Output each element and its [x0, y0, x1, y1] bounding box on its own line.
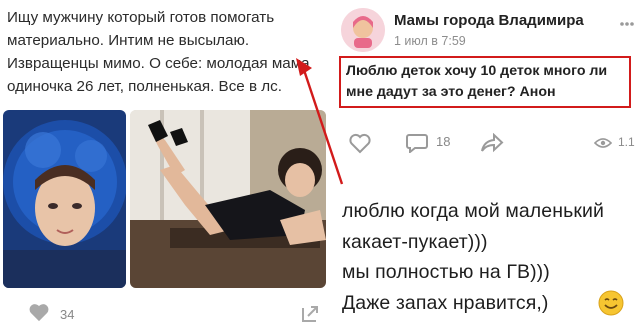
left-post-line: материально. Интим не высылаю.	[7, 32, 250, 49]
comment-icon[interactable]	[406, 133, 428, 158]
comment-line: мы полностью на ГВ)))	[342, 261, 550, 283]
comment-line: Даже запах нравится,)	[342, 291, 549, 314]
more-icon[interactable]	[620, 14, 634, 32]
eye-icon	[593, 136, 613, 154]
post-date: 1 июл в 7:59	[394, 34, 466, 48]
share-icon[interactable]	[480, 132, 504, 158]
view-count: 1.1	[618, 135, 635, 149]
arrow-annotation	[296, 58, 344, 185]
smile-emoji-icon	[598, 290, 624, 321]
heart-icon[interactable]	[28, 302, 50, 327]
profile-photo[interactable]	[3, 110, 126, 288]
left-post-text: Ищу мужчину который готов помогать матер…	[7, 6, 329, 98]
comment-line: люблю когда мой маленький	[342, 200, 604, 222]
post-body-line: Люблю деток хочу 10 деток много ли	[346, 63, 608, 79]
share-icon[interactable]	[300, 304, 320, 329]
left-post-line: одиночка 26 лет, полненькая. Все в лс.	[7, 78, 282, 95]
post-action-bar: 18 1.1	[340, 128, 640, 160]
comment-line: какает-пукает)))	[342, 230, 488, 253]
post-body: Люблю деток хочу 10 деток много ли мне д…	[346, 61, 628, 103]
left-post-line: Ищу мужчину который готов помогать	[7, 9, 275, 26]
like-count: 34	[60, 306, 75, 322]
like-icon[interactable]	[348, 132, 372, 159]
comment-text: люблю когда мой маленький какает-пукает)…	[342, 196, 640, 318]
left-like-bar: 34	[28, 302, 74, 326]
group-name[interactable]: Мамы города Владимира	[394, 12, 584, 29]
group-avatar[interactable]	[341, 8, 385, 52]
comment-count: 18	[436, 134, 451, 149]
left-post-line: Извращенцы мимо. О себе: молодая мама	[7, 55, 310, 72]
post-body-line: мне дадут за это денег? Анон	[346, 84, 556, 100]
